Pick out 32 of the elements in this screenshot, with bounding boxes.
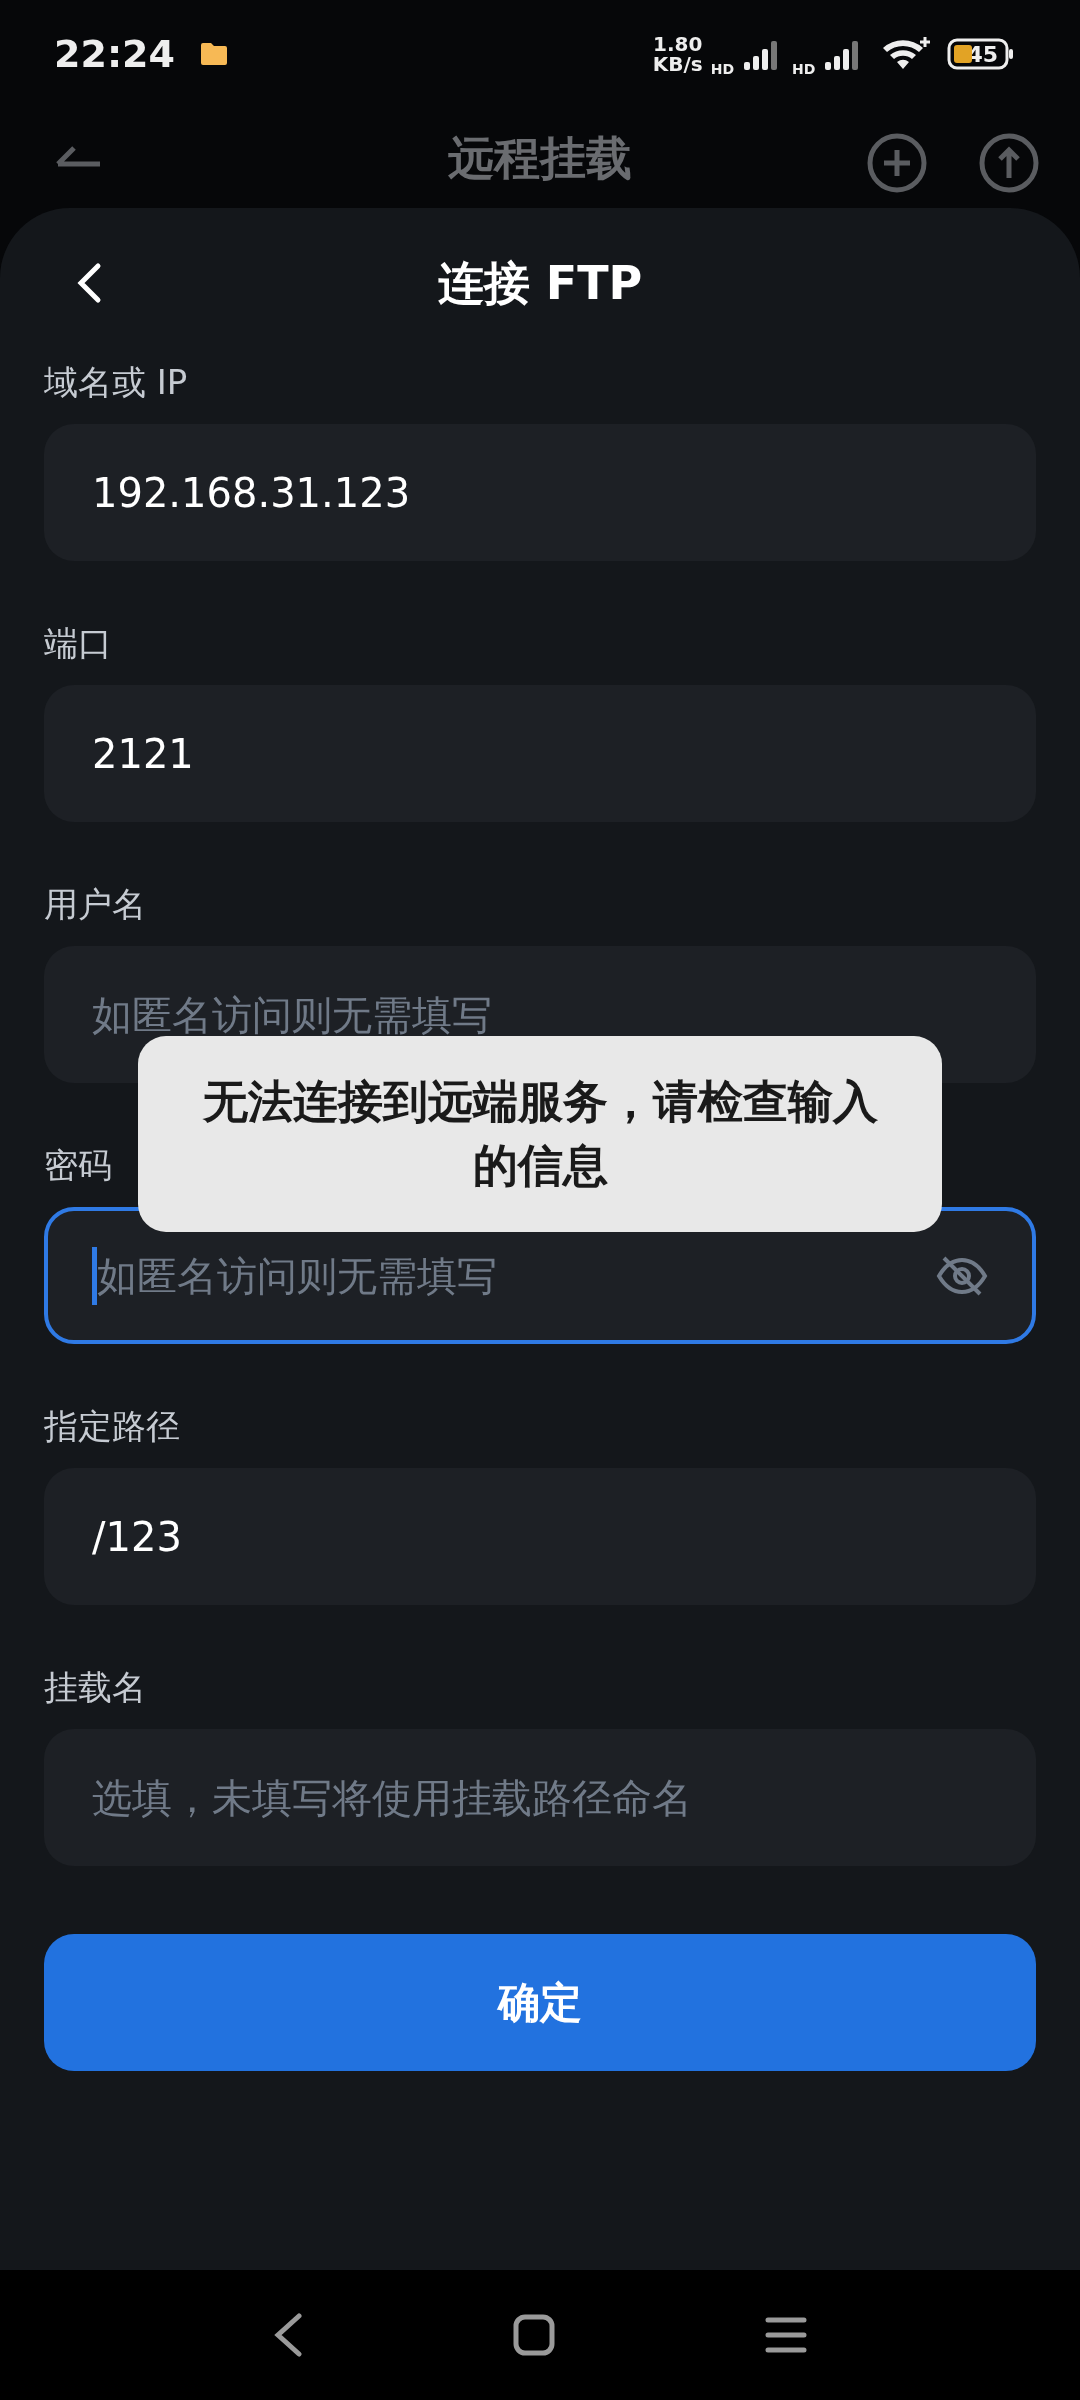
network-type-label: HD bbox=[710, 59, 735, 79]
field-label: 端口 bbox=[44, 622, 112, 665]
clock-time: 22:24 bbox=[54, 30, 175, 78]
field-label: 指定路径 bbox=[44, 1405, 180, 1448]
upload-icon[interactable] bbox=[978, 132, 1040, 194]
confirm-button[interactable]: 确定 bbox=[44, 1934, 1036, 2071]
speed-value: 1.80 bbox=[652, 34, 703, 54]
back-icon[interactable] bbox=[273, 2313, 303, 2357]
text-field[interactable]: /123 bbox=[44, 1468, 1036, 1605]
field-label: 域名或 IP bbox=[44, 361, 188, 404]
input-field[interactable]: 192.168.31.123 bbox=[92, 462, 988, 523]
field-label: 密码 bbox=[44, 1144, 112, 1187]
input-field[interactable]: 如匿名访问则无需填写 bbox=[97, 1245, 936, 1306]
speed-unit: KB/s bbox=[652, 54, 703, 74]
input-field[interactable]: 如匿名访问则无需填写 bbox=[92, 984, 988, 1045]
field-label: 用户名 bbox=[44, 883, 146, 926]
dialog-title: 连接 FTP bbox=[437, 254, 643, 312]
add-icon[interactable] bbox=[866, 132, 928, 194]
field-label: 挂载名 bbox=[44, 1666, 146, 1709]
folder-icon bbox=[198, 41, 229, 67]
text-field[interactable]: 选填，未填写将使用挂载路径命名 bbox=[44, 1729, 1036, 1866]
network-type-label: HD bbox=[792, 59, 816, 79]
input-field[interactable]: /123 bbox=[92, 1506, 988, 1567]
input-field[interactable]: 2121 bbox=[92, 723, 988, 784]
text-cursor bbox=[92, 1246, 97, 1305]
input-field[interactable]: 选填，未填写将使用挂载路径命名 bbox=[92, 1767, 988, 1828]
text-field[interactable]: 2121 bbox=[44, 685, 1036, 822]
text-field[interactable]: 192.168.31.123 bbox=[44, 424, 1036, 561]
screen-title: 远程挂载 bbox=[448, 130, 632, 187]
menu-icon[interactable] bbox=[765, 2316, 807, 2354]
home-icon[interactable] bbox=[513, 2314, 555, 2356]
battery-icon bbox=[947, 37, 1016, 71]
